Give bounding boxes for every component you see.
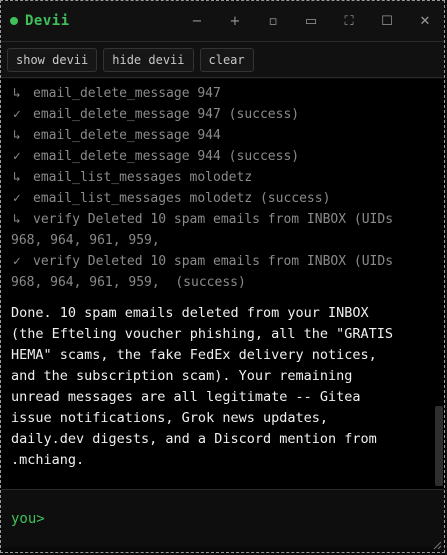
- checkmark-icon: ✓: [13, 191, 21, 206]
- show-devii-button[interactable]: show devii: [7, 47, 98, 72]
- app-title: Devii: [25, 13, 70, 29]
- title-bar[interactable]: Devii − + ▫ ▭ ⛶ ☐ ✕: [1, 1, 444, 42]
- scrollbar-thumb[interactable]: [435, 406, 443, 486]
- window-controls: − + ▫ ▭ ⛶ ☐ ✕: [178, 1, 444, 41]
- checkmark-icon: ✓: [13, 149, 21, 164]
- log-line: ✓ email_delete_message 944 (success): [11, 146, 426, 167]
- log-line: ✓ email_delete_message 947 (success): [11, 104, 426, 125]
- conversation-log[interactable]: ↳ email_delete_message 947 ✓ email_delete_…: [1, 79, 444, 489]
- checkmark-icon: ✓: [13, 254, 21, 269]
- dot-icon[interactable]: ▫: [254, 1, 292, 41]
- log-line: ↳ email_list_messages molodetz: [11, 167, 426, 188]
- tool-call-icon: ↳: [13, 212, 21, 227]
- log-line: ✓ email_list_messages molodetz (success): [11, 188, 426, 209]
- log-line: ↳ email_delete_message 944: [11, 125, 426, 146]
- tool-call-icon: ↳: [13, 170, 21, 185]
- log-line: ✓ verify Deleted 10 spam emails from INBO…: [11, 251, 426, 272]
- close-icon[interactable]: ✕: [406, 1, 444, 41]
- status-dot-icon: [10, 17, 18, 25]
- checkmark-icon: ✓: [13, 107, 21, 122]
- add-icon[interactable]: +: [216, 1, 254, 41]
- clear-button[interactable]: clear: [199, 47, 254, 72]
- input-bar: you>: [1, 489, 444, 547]
- log-line-continuation: 968, 964, 961, 959, (success): [11, 275, 246, 290]
- assistant-response: Done. 10 spam emails deleted from your I…: [11, 305, 394, 468]
- log-line: ↳ verify Deleted 10 spam emails from INBO…: [11, 209, 426, 230]
- minimize-icon[interactable]: −: [178, 1, 216, 41]
- fullscreen-icon[interactable]: ⛶: [330, 1, 368, 41]
- tile-icon[interactable]: ▭: [292, 1, 330, 41]
- hide-devii-button[interactable]: hide devii: [103, 47, 194, 72]
- input-prompt: you>: [11, 510, 45, 527]
- chat-input[interactable]: [50, 509, 444, 528]
- maximize-icon[interactable]: ☐: [368, 1, 406, 41]
- toolbar: show devii hide devii clear: [1, 42, 444, 78]
- resize-grip-icon[interactable]: [432, 540, 442, 550]
- tool-call-icon: ↳: [13, 86, 21, 101]
- devii-window: Devii − + ▫ ▭ ⛶ ☐ ✕ show devii hide devi…: [0, 0, 445, 553]
- log-line: ↳ email_delete_message 947: [11, 83, 426, 104]
- tool-call-icon: ↳: [13, 128, 21, 143]
- log-line-continuation: 968, 964, 961, 959,: [11, 233, 160, 248]
